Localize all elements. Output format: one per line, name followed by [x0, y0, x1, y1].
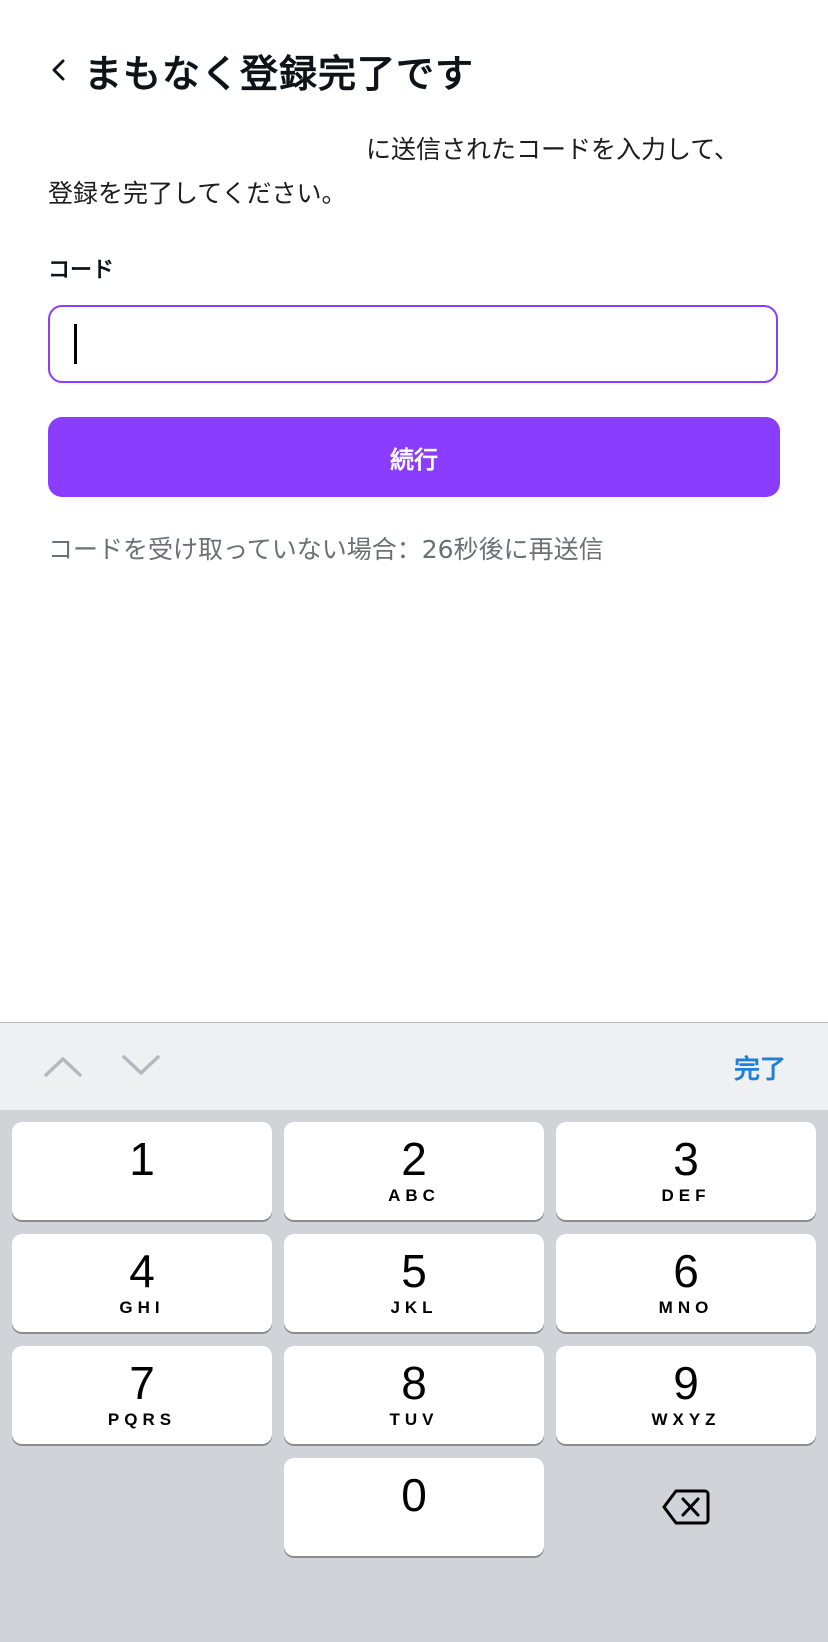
key-8[interactable]: 8 TUV — [284, 1346, 544, 1444]
key-number: 6 — [673, 1245, 699, 1297]
signup-verification-screen: まもなく登録完了です に送信されたコードを入力して、 登録を完了してください。 … — [0, 0, 828, 1642]
key-9[interactable]: 9 WXYZ — [556, 1346, 816, 1444]
chevron-left-icon — [52, 59, 65, 81]
instruction-line-1: に送信されたコードを入力して、 — [366, 135, 740, 164]
resend-countdown-text: コードを受け取っていない場合：26秒後に再送信 — [48, 535, 604, 564]
key-letters: TUV — [389, 1410, 439, 1429]
keyboard-done-button[interactable]: 完了 — [734, 1049, 786, 1086]
key-0[interactable]: 0 — [284, 1458, 544, 1556]
code-label: コード — [48, 258, 115, 283]
chevron-down-icon — [122, 1055, 160, 1075]
key-1[interactable]: 1 — [12, 1122, 272, 1220]
key-4[interactable]: 4 GHI — [12, 1234, 272, 1332]
key-letters: JKL — [390, 1298, 438, 1317]
key-number: 7 — [129, 1357, 155, 1409]
text-caret — [74, 324, 77, 364]
key-5[interactable]: 5 JKL — [284, 1234, 544, 1332]
backspace-icon — [662, 1489, 710, 1525]
code-input[interactable] — [48, 305, 778, 383]
key-letters: WXYZ — [651, 1410, 721, 1429]
key-number: 5 — [401, 1245, 427, 1297]
instruction-line-2: 登録を完了してください。 — [48, 179, 347, 208]
numeric-keyboard: 1 2 ABC 3 DEF 4 GHI 5 JKL 6 MNO 7 PQRS 8 — [0, 1110, 828, 1642]
key-number: 0 — [401, 1469, 427, 1521]
key-letters: PQRS — [107, 1410, 177, 1429]
key-7[interactable]: 7 PQRS — [12, 1346, 272, 1444]
keyboard-toolbar: 完了 — [0, 1022, 828, 1110]
chevron-up-icon — [44, 1057, 82, 1077]
key-3[interactable]: 3 DEF — [556, 1122, 816, 1220]
key-letters: GHI — [119, 1298, 165, 1317]
back-button[interactable] — [46, 50, 70, 90]
key-number: 1 — [129, 1133, 155, 1185]
key-number: 2 — [401, 1133, 427, 1185]
key-number: 8 — [401, 1357, 427, 1409]
page-title: まもなく登録完了です — [84, 51, 475, 96]
key-letters: ABC — [388, 1186, 440, 1205]
instruction-text: に送信されたコードを入力して、 登録を完了してください。 — [48, 128, 788, 216]
key-6[interactable]: 6 MNO — [556, 1234, 816, 1332]
key-number: 4 — [129, 1245, 155, 1297]
next-field-button[interactable] — [116, 1045, 166, 1085]
key-2[interactable]: 2 ABC — [284, 1122, 544, 1220]
header: まもなく登録完了です — [46, 40, 474, 100]
continue-button[interactable]: 続行 — [48, 417, 780, 497]
key-number: 3 — [673, 1133, 699, 1185]
key-letters: MNO — [658, 1298, 714, 1317]
backspace-key[interactable] — [556, 1458, 816, 1556]
key-number: 9 — [673, 1357, 699, 1409]
key-letters: DEF — [661, 1186, 711, 1205]
previous-field-button[interactable] — [38, 1045, 88, 1085]
